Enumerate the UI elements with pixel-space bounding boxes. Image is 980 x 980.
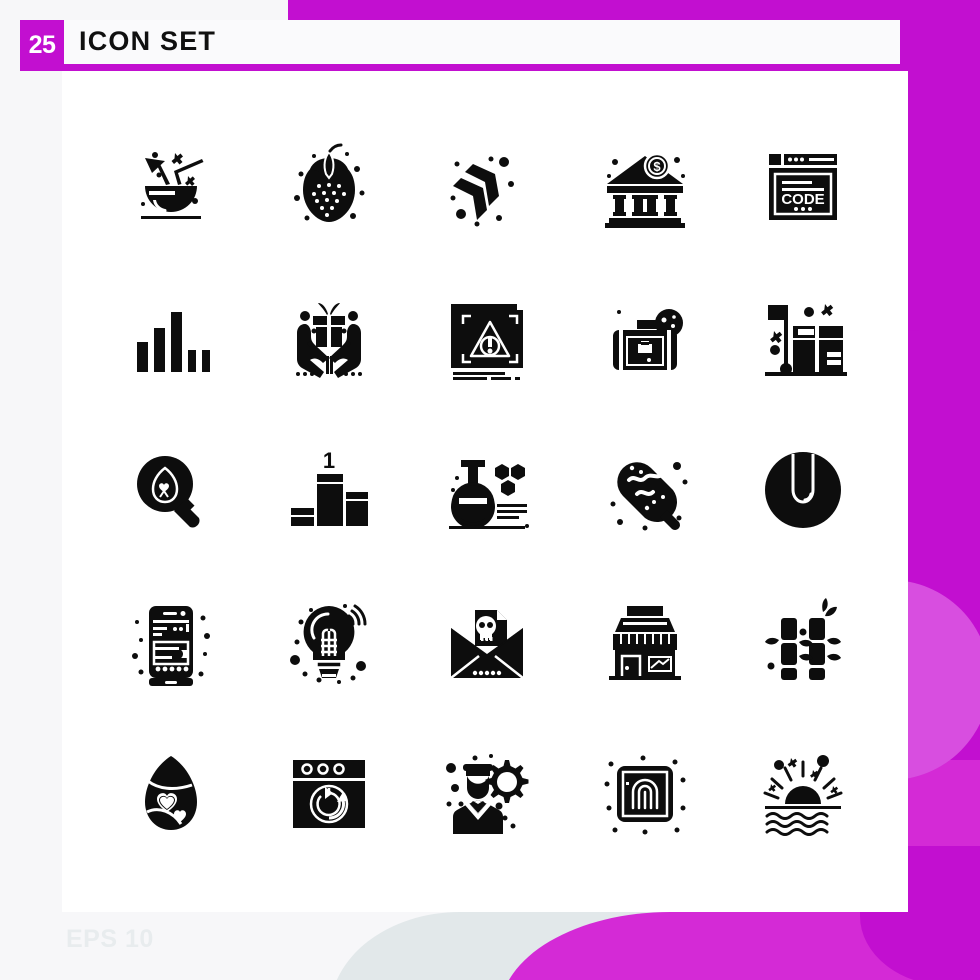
mobile-wallet-payment-icon: [132, 606, 210, 686]
easter-egg-hearts-icon: [145, 756, 197, 830]
security-officer-gear-icon: [446, 754, 529, 834]
icon-cell-16[interactable]: [92, 566, 250, 718]
smart-lightbulb-wifi-icon: [290, 604, 367, 684]
podium-rank-text: 1: [323, 448, 335, 473]
magnifier-egg-search-icon: [137, 456, 200, 528]
eps-format-label: EPS 10: [66, 925, 154, 953]
icon-grid: $ CODE 1: [92, 110, 882, 870]
hands-holding-gift-icon: [296, 303, 362, 378]
decor-gray-blob: [330, 912, 660, 980]
decor-right-band: [905, 0, 980, 980]
code-window-text: CODE: [781, 191, 824, 208]
strawberry-icon: [294, 143, 365, 222]
browser-refresh-window-icon: [293, 760, 365, 828]
bamboo-plant-icon: [765, 598, 841, 680]
header-underline: [20, 64, 960, 71]
svg-text:$: $: [653, 159, 661, 174]
icon-cell-9[interactable]: [566, 262, 724, 414]
icon-cell-11[interactable]: [92, 414, 250, 566]
coconut-cocktail-drink-icon: [141, 152, 204, 219]
icon-cell-15[interactable]: [724, 414, 882, 566]
suitcase-luggage-ball-icon: [613, 309, 683, 370]
lab-flask-molecule-icon: [449, 460, 529, 529]
icon-cell-10[interactable]: [724, 262, 882, 414]
icon-cell-8[interactable]: [408, 262, 566, 414]
spam-mail-skull-icon: [450, 610, 524, 679]
page-title: ICON SET: [79, 26, 217, 56]
poster-canvas: 25 ICON SET $ CODE 1 EPS 10: [0, 0, 980, 980]
icon-count-badge: 25: [20, 20, 64, 71]
icon-cell-5[interactable]: CODE: [724, 110, 882, 262]
decor-bottom-blob: [500, 912, 980, 980]
icon-cell-7[interactable]: [250, 262, 408, 414]
magnet-circle-icon: [765, 452, 841, 528]
bank-building-dollar-icon: $: [605, 152, 685, 228]
icon-cell-20[interactable]: [724, 566, 882, 718]
winner-podium-icon: 1: [291, 448, 368, 526]
icon-cell-18[interactable]: [408, 566, 566, 718]
icon-cell-19[interactable]: [566, 566, 724, 718]
fingerprint-scanner-icon: [604, 755, 686, 835]
browser-code-window-icon: CODE: [769, 154, 837, 220]
icon-cell-13[interactable]: [408, 414, 566, 566]
icon-cell-1[interactable]: [92, 110, 250, 262]
sunset-over-water-icon: [763, 755, 843, 836]
icon-cell-2[interactable]: [250, 110, 408, 262]
image-warning-alert-icon: [451, 304, 523, 380]
shop-storefront-icon: [609, 606, 681, 680]
icon-cell-22[interactable]: [250, 718, 408, 870]
double-chevron-arrows-icon: [450, 156, 514, 227]
icon-cell-14[interactable]: [566, 414, 724, 566]
icon-cell-4[interactable]: $: [566, 110, 724, 262]
bar-chart-icon: [137, 312, 210, 372]
icon-cell-6[interactable]: [92, 262, 250, 414]
ice-cream-bar-icon: [610, 462, 688, 531]
icon-cell-12[interactable]: 1: [250, 414, 408, 566]
luggage-trolley-flag-icon: [765, 304, 847, 376]
icon-cell-25[interactable]: [724, 718, 882, 870]
decor-right-dark-band: [905, 60, 980, 760]
icon-cell-24[interactable]: [566, 718, 724, 870]
icon-cell-3[interactable]: [408, 110, 566, 262]
icon-cell-17[interactable]: [250, 566, 408, 718]
icon-cell-23[interactable]: [408, 718, 566, 870]
icon-cell-21[interactable]: [92, 718, 250, 870]
